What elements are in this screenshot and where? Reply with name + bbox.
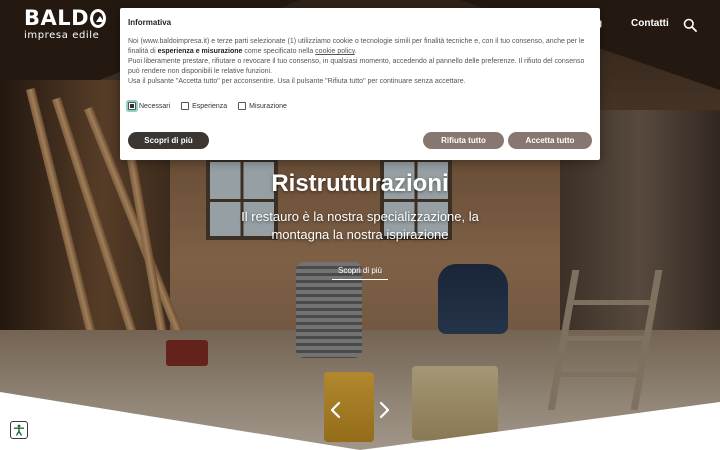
hero-title: Ristrutturazioni [271, 170, 449, 197]
cookie-option-misurazione[interactable]: Misurazione [238, 102, 287, 110]
logo-mountain-icon [90, 9, 106, 28]
accessibility-icon[interactable] [10, 421, 28, 439]
logo-subtitle: impresa edile [24, 30, 100, 41]
learn-more-button[interactable]: Scopri di più [128, 132, 209, 149]
cookie-p1-text-c: . [354, 48, 357, 55]
cookie-policy-link[interactable]: cookie policy [315, 48, 355, 55]
cookie-option-esperienza[interactable]: Esperienza [181, 102, 227, 110]
site-logo[interactable]: BALD impresa edile [24, 8, 106, 44]
hero-cta-link[interactable]: Scopri di più [332, 266, 388, 280]
cookie-option-necessari[interactable]: Necessari [128, 102, 170, 110]
cookie-option-label: Necessari [139, 102, 171, 110]
logo-wordmark: BALD [24, 8, 106, 29]
cookie-p1-bold: esperienza e misurazione [157, 48, 243, 55]
search-icon[interactable] [683, 17, 697, 32]
accept-all-button[interactable]: Accetta tutto [508, 132, 592, 149]
cookie-options: Necessari Esperienza Misurazione [128, 102, 287, 110]
cookie-consent-dialog: Informativa Noi (www.baldoimpresa.it) e … [120, 8, 600, 160]
cookie-paragraph-1: Noi (www.baldoimpresa.it) e terze parti … [128, 37, 592, 57]
hero-subtitle-line-2: montagna la nostra ispirazione [271, 227, 449, 242]
logo-text: BALD [24, 6, 90, 30]
cookie-p1-text-b: come specificato nella [242, 48, 316, 55]
cookie-title: Informativa [128, 18, 172, 27]
checkbox-checked[interactable] [128, 102, 136, 110]
reject-all-button[interactable]: Rifiuta tutto [423, 132, 504, 149]
cookie-body: Noi (www.baldoimpresa.it) e terze parti … [128, 37, 592, 87]
checkbox-unchecked[interactable] [238, 102, 247, 110]
cookie-paragraph-2: Puoi liberamente prestare, rifiutare o r… [128, 58, 585, 75]
cookie-paragraph-3: Usa il pulsante "Accetta tutto" per acco… [128, 78, 466, 85]
cookie-option-label: Misurazione [249, 102, 287, 110]
checkbox-unchecked[interactable] [181, 102, 190, 110]
hero-subtitle: Il restauro è la nostra specializzazione… [220, 208, 500, 244]
cookie-option-label: Esperienza [192, 102, 228, 110]
hero-bottom-curve [0, 392, 720, 450]
hero-subtitle-line-1: Il restauro è la nostra specializzazione… [241, 209, 479, 224]
nav-item-contatti[interactable]: Contatti [631, 18, 669, 29]
